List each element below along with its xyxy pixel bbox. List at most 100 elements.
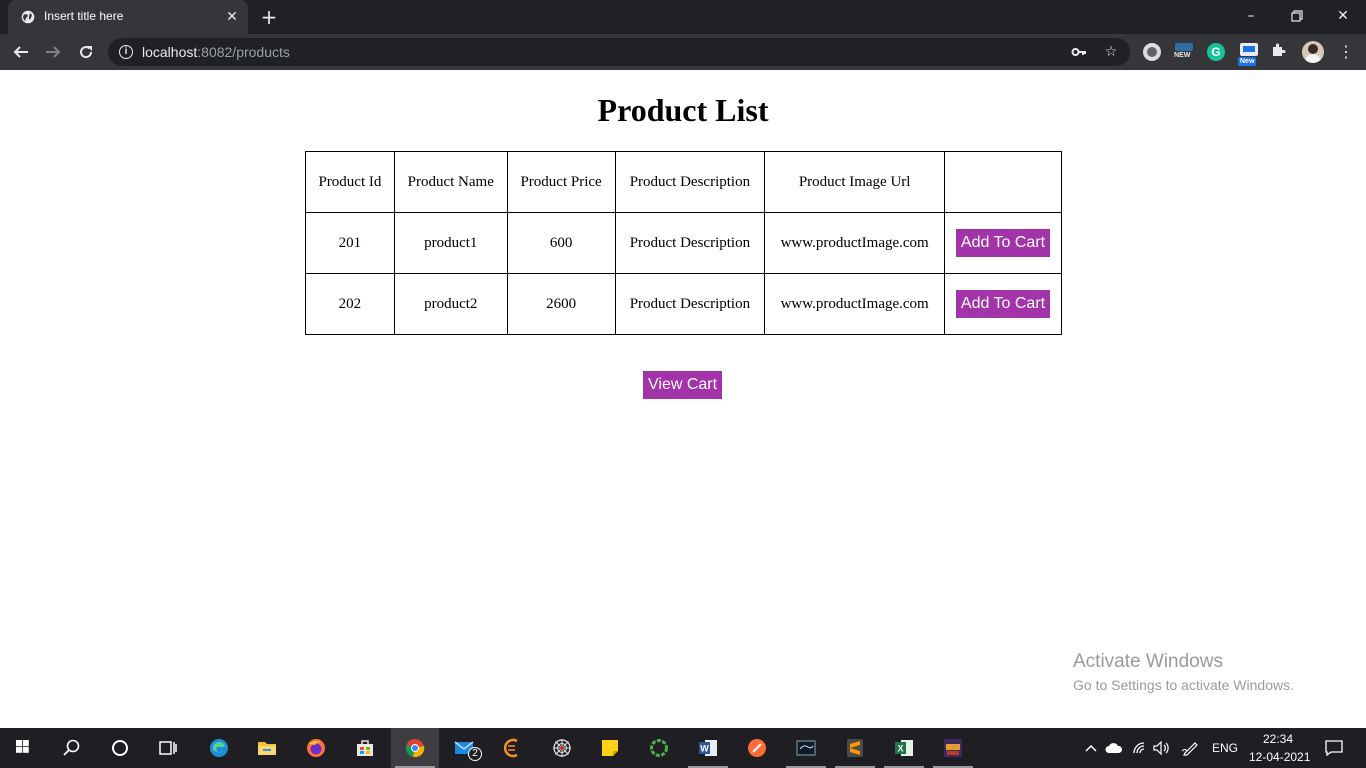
reload-button[interactable] xyxy=(74,40,98,64)
header-product-name: Product Name xyxy=(393,151,508,213)
word-icon: W xyxy=(699,740,717,756)
product-table: Product Id Product Name Product Price Pr… xyxy=(305,151,1062,335)
cell-product-description: Product Description xyxy=(614,273,766,335)
header-product-image-url: Product Image Url xyxy=(764,151,946,213)
taskbar-postman[interactable] xyxy=(733,728,781,768)
onedrive-cloud-icon[interactable] xyxy=(1105,739,1123,757)
bookmark-star-icon[interactable]: ☆ xyxy=(1102,43,1120,61)
url-text[interactable]: localhost:8082/products xyxy=(142,44,290,60)
extension-new-badge-icon[interactable]: New xyxy=(1238,43,1260,66)
store-bag-icon xyxy=(357,740,373,756)
close-window-button[interactable]: ✕ xyxy=(1328,4,1358,28)
task-view-icon xyxy=(159,741,177,755)
taskbar-firefox[interactable] xyxy=(292,728,340,768)
taskbar-sticky-notes[interactable] xyxy=(586,728,634,768)
close-tab-icon[interactable]: ✕ xyxy=(224,9,240,25)
cell-product-description: Product Description xyxy=(614,212,766,274)
taskbar-excel[interactable]: X xyxy=(880,728,928,768)
cell-product-image-url: www.productImage.com xyxy=(764,212,946,274)
cell-action: Add To Cart xyxy=(944,212,1062,274)
cell-product-price: 2600 xyxy=(506,273,616,335)
volume-speaker-icon[interactable] xyxy=(1153,739,1171,757)
svg-text:W: W xyxy=(700,744,709,754)
browser-tab[interactable]: Insert title here ✕ xyxy=(8,0,248,34)
header-product-price: Product Price xyxy=(506,151,616,213)
cortana-button[interactable] xyxy=(96,728,144,768)
globe-icon xyxy=(21,10,35,24)
grammarly-icon[interactable]: G xyxy=(1207,43,1225,61)
new-tab-button[interactable]: + xyxy=(258,6,280,28)
forward-button[interactable] xyxy=(41,40,65,64)
sticky-note-icon xyxy=(602,740,618,756)
profile-avatar[interactable] xyxy=(1302,41,1324,63)
record-extension-icon[interactable] xyxy=(1143,43,1161,61)
activate-windows-watermark: Activate Windows Go to Settings to activ… xyxy=(1073,651,1294,695)
cell-product-id: 202 xyxy=(305,273,395,335)
activate-windows-title: Activate Windows xyxy=(1073,651,1223,672)
cell-action: Add To Cart xyxy=(944,273,1062,335)
header-action xyxy=(944,151,1062,213)
search-icon xyxy=(63,739,80,756)
windows-logo-icon xyxy=(16,740,29,753)
key-icon[interactable] xyxy=(1070,43,1088,61)
windows-taskbar: 2 W X ENG 22:34 12-04-2021 xyxy=(0,728,1366,768)
game-app-icon xyxy=(944,739,962,757)
extensions-puzzle-icon[interactable] xyxy=(1270,42,1288,60)
info-icon[interactable]: i xyxy=(119,45,133,59)
cell-product-image-url: www.productImage.com xyxy=(764,273,946,335)
minimize-button[interactable]: – xyxy=(1236,4,1266,28)
taskbar-file-explorer[interactable] xyxy=(243,728,291,768)
clock-time[interactable]: 22:34 xyxy=(1263,732,1293,746)
green-ring-icon xyxy=(650,739,668,757)
action-center-notification-icon[interactable] xyxy=(1324,738,1344,758)
table-row: 202 product2 2600 Product Description ww… xyxy=(305,273,1062,335)
taskbar-ring-app[interactable] xyxy=(635,728,683,768)
cell-product-id: 201 xyxy=(305,212,395,274)
search-button[interactable] xyxy=(48,728,96,768)
excel-icon: X xyxy=(895,740,913,756)
taskbar-mail[interactable]: 2 xyxy=(440,728,488,768)
forward-arrow-icon xyxy=(46,46,61,58)
add-to-cart-button[interactable]: Add To Cart xyxy=(955,290,1051,318)
table-header-row: Product Id Product Name Product Price Pr… xyxy=(305,151,1062,213)
input-language-indicator[interactable]: ENG xyxy=(1212,741,1238,755)
taskbar-store[interactable] xyxy=(341,728,389,768)
taskbar-eclipse[interactable] xyxy=(489,728,537,768)
clock-date[interactable]: 12-04-2021 xyxy=(1249,750,1310,764)
taskbar-sublime[interactable] xyxy=(831,728,879,768)
restore-icon xyxy=(1291,10,1303,22)
back-button[interactable] xyxy=(9,40,33,64)
activate-windows-subtitle: Go to Settings to activate Windows. xyxy=(1073,677,1294,693)
start-button[interactable] xyxy=(0,728,48,768)
cortana-circle-icon xyxy=(112,740,128,756)
wifi-icon[interactable] xyxy=(1131,739,1149,757)
pen-ink-workspace-icon[interactable] xyxy=(1181,739,1199,757)
reload-icon xyxy=(80,46,93,59)
taskbar-mysql[interactable] xyxy=(782,728,830,768)
browser-toolbar: i localhost:8082/products ☆ NEW G New ⋮ xyxy=(0,34,1366,70)
task-view-button[interactable] xyxy=(144,728,192,768)
taskbar-edge[interactable] xyxy=(195,728,243,768)
mysql-workbench-icon xyxy=(796,740,816,756)
taskbar-word[interactable]: W xyxy=(684,728,732,768)
add-to-cart-button[interactable]: Add To Cart xyxy=(955,229,1051,257)
show-hidden-icons-chevron-icon[interactable] xyxy=(1082,739,1100,757)
header-product-id: Product Id xyxy=(305,151,395,213)
sublime-text-icon xyxy=(847,739,863,757)
page-title: Product List xyxy=(597,92,769,128)
menu-kebab-icon[interactable]: ⋮ xyxy=(1338,40,1354,64)
address-bar[interactable]: i localhost:8082/products ☆ xyxy=(108,38,1130,66)
view-cart-button[interactable]: View Cart xyxy=(643,371,723,399)
folder-icon xyxy=(258,742,276,755)
taskbar-game-app[interactable] xyxy=(929,728,977,768)
firefox-icon xyxy=(307,739,325,757)
restore-button[interactable] xyxy=(1282,4,1312,28)
taskbar-spider-app[interactable] xyxy=(538,728,586,768)
cell-product-name: product1 xyxy=(393,212,508,274)
chrome-icon xyxy=(405,739,425,758)
cell-product-name: product2 xyxy=(393,273,508,335)
taskbar-chrome[interactable] xyxy=(391,728,439,768)
mail-count-badge: 2 xyxy=(468,747,482,761)
svg-text:X: X xyxy=(897,744,903,754)
extension-new-icon[interactable]: NEW xyxy=(1174,43,1193,61)
